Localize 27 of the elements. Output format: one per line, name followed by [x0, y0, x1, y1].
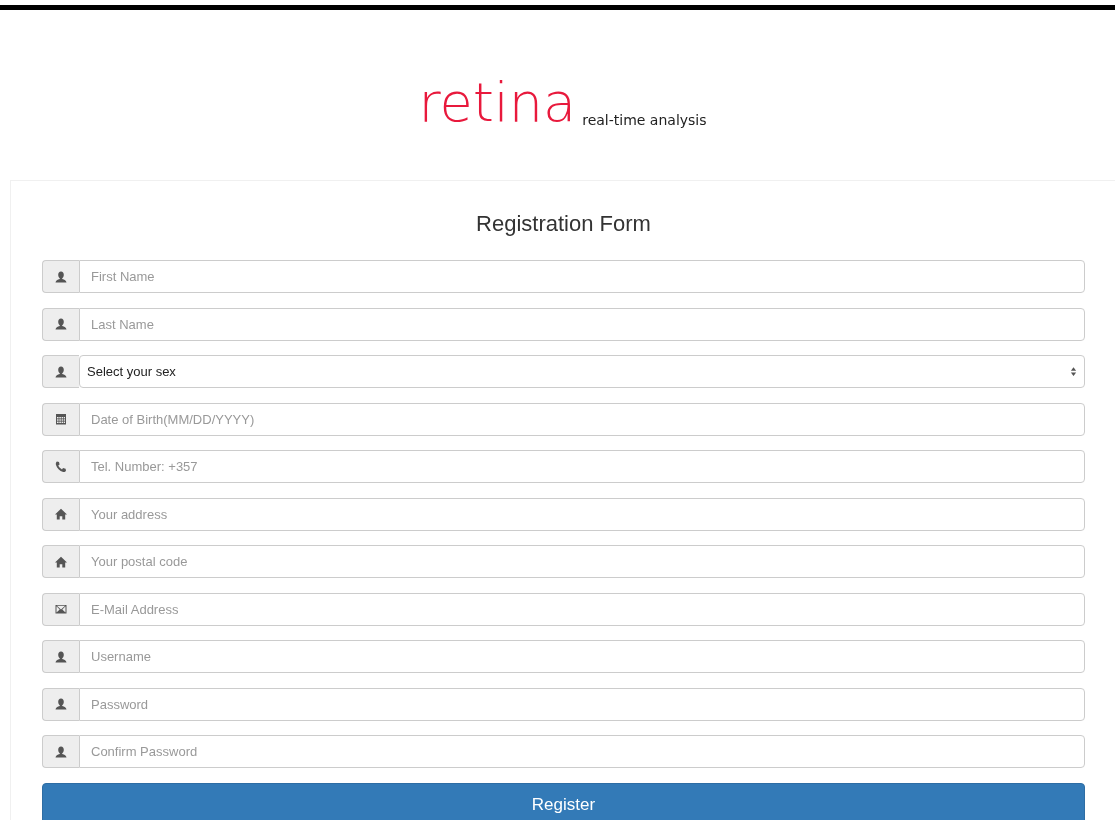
text-input-field[interactable]: Username [79, 640, 1085, 673]
person-icon [54, 364, 68, 379]
logo-tagline: real-time analysis [582, 112, 707, 128]
text-input-field[interactable]: E-Mail Address [79, 592, 1085, 626]
register-button[interactable]: Register [42, 782, 1085, 820]
text-input-field[interactable]: Last Name [79, 307, 1085, 341]
text-input-field[interactable]: First Name [79, 260, 1085, 293]
select-arrows-icon [1070, 366, 1077, 377]
person-icon [54, 317, 68, 331]
person-icon [54, 649, 68, 664]
envelope-icon [54, 602, 68, 616]
person-icon [54, 744, 68, 759]
home-icon [54, 554, 68, 569]
text-input-field[interactable]: Tel. Number: +357 [79, 450, 1085, 483]
logo-wordmark: retina [418, 76, 577, 130]
calendar-icon [54, 412, 68, 426]
home-icon [54, 507, 68, 521]
text-input-field[interactable]: Your postal code [79, 545, 1085, 578]
person-icon [54, 269, 68, 284]
text-input-field[interactable]: Date of Birth(MM/DD/YYYY) [79, 402, 1085, 436]
person-icon [54, 697, 68, 711]
text-input-field[interactable]: Confirm Password [79, 735, 1085, 768]
form-title: Registration Form [475, 210, 652, 238]
select-field[interactable]: Select your sex [79, 355, 1085, 388]
text-input-field[interactable]: Password [79, 687, 1085, 721]
text-input-field[interactable]: Your address [79, 497, 1085, 531]
phone-icon [54, 459, 68, 474]
